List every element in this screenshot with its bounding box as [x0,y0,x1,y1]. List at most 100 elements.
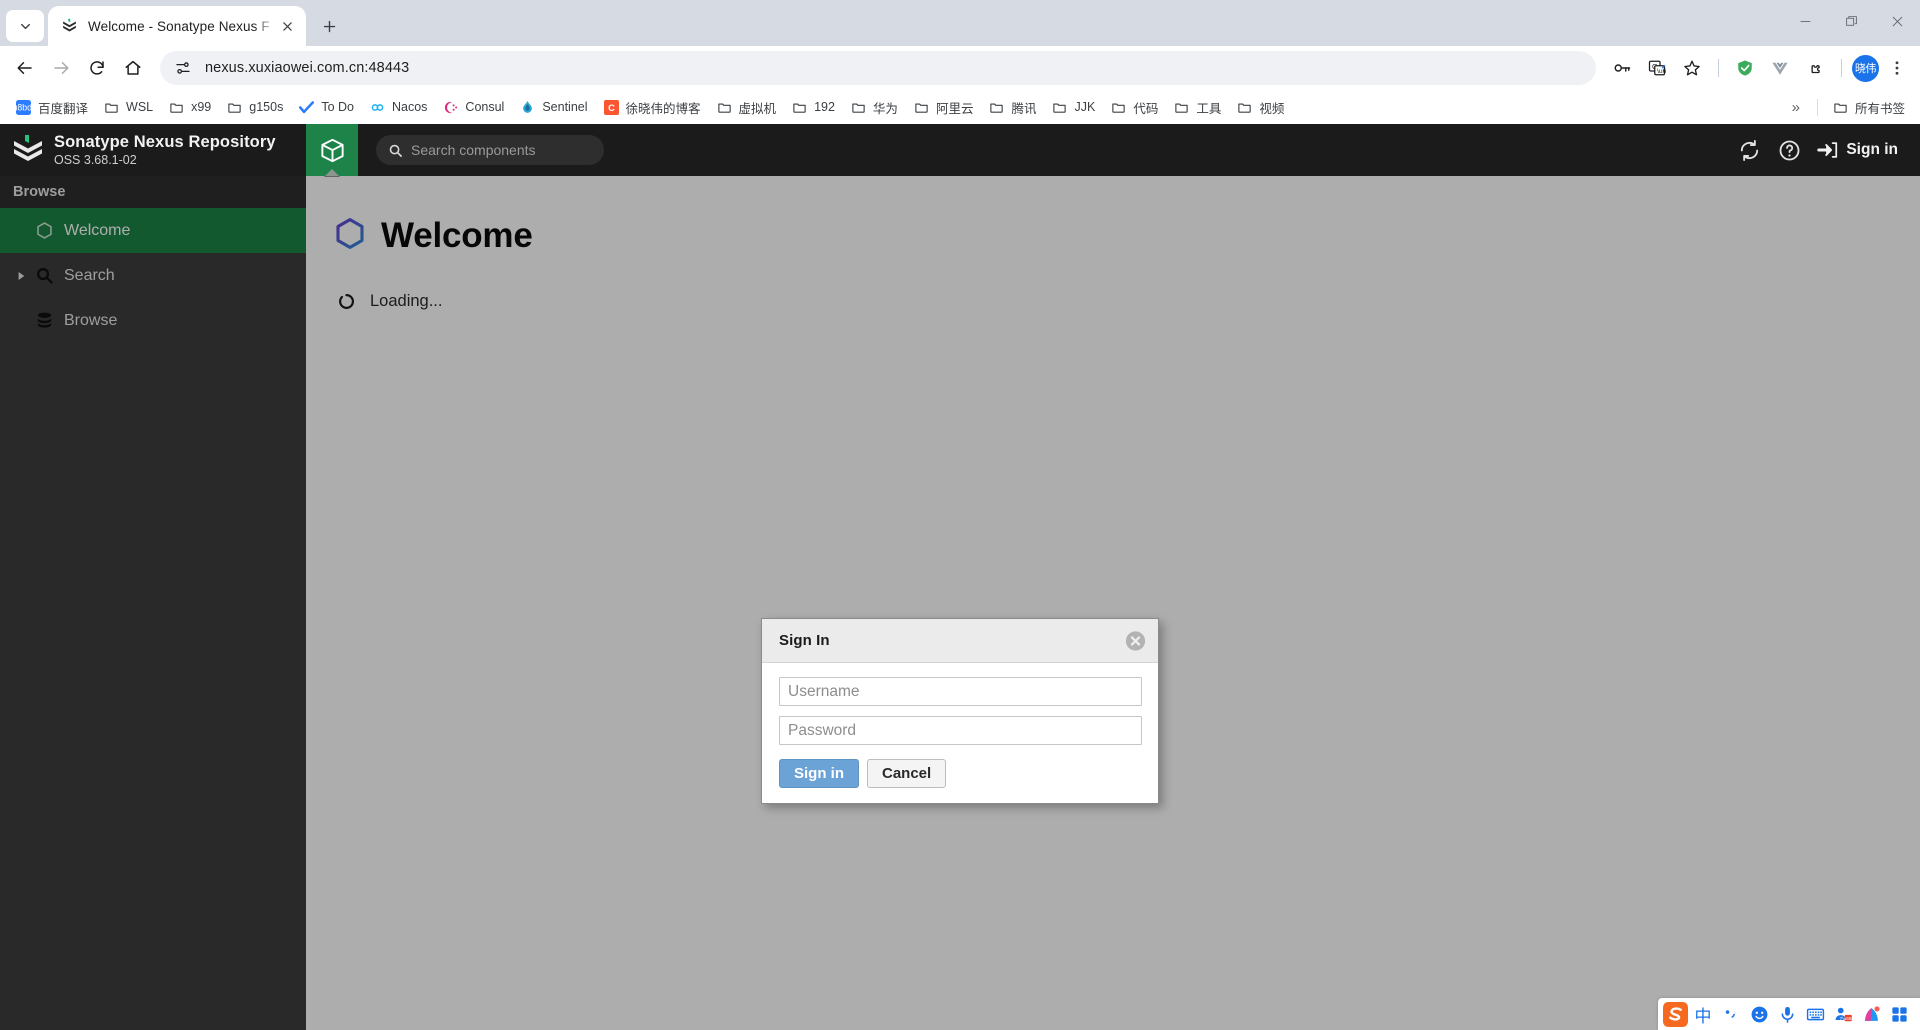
toolbar-divider [1718,59,1719,77]
bookmark-item[interactable]: Consul [435,95,511,120]
folder-icon [791,99,808,116]
browser-tab[interactable]: Welcome - Sonatype Nexus F [48,6,306,46]
cancel-button[interactable]: Cancel [867,759,946,788]
emoji-icon[interactable] [1746,1001,1772,1027]
sign-in-header-button[interactable]: Sign in [1811,139,1902,161]
svg-text:C: C [608,103,615,113]
tab-title: Welcome - Sonatype Nexus F [88,19,276,34]
bookmark-label: 192 [814,100,835,114]
sign-in-header-label: Sign in [1846,141,1898,159]
component-search[interactable] [376,135,604,165]
password-field[interactable] [779,716,1142,745]
bookmark-item[interactable]: Nacos [362,95,434,120]
back-button[interactable] [8,51,42,85]
folder-icon [988,99,1005,116]
nexus-header: Sonatype Nexus Repository OSS 3.68.1-02 [0,124,1920,176]
bookmark-label: 徐晓伟的博客 [626,98,701,117]
bookmark-item[interactable]: Sentinel [512,95,594,120]
bookmarks-overflow: » 所有书签 [1782,94,1912,121]
close-window-button[interactable] [1874,0,1920,42]
bookmark-label: g150s [249,100,283,114]
svg-text:7\u65e5: 7\u65e5 [1839,1016,1852,1022]
home-button[interactable] [116,51,150,85]
sogou-logo-icon[interactable] [1662,1001,1688,1027]
bookmark-label: 虚拟机 [739,98,777,117]
adblock-shield-icon[interactable] [1729,52,1761,84]
bookmark-item[interactable]: To Do [291,95,361,120]
skin-icon[interactable] [1858,1001,1884,1027]
bookmark-label: 阿里云 [936,98,974,117]
bookmark-item[interactable]: C 徐晓伟的博客 [596,94,708,121]
bookmark-item[interactable]: WSL [96,95,160,120]
folder-icon [1236,99,1253,116]
omnibox[interactable]: nexus.xuxiaowei.com.cn:48443 [160,51,1596,85]
nexus-brand-text: Sonatype Nexus Repository OSS 3.68.1-02 [54,133,276,168]
ime-toolbar: 中 7\u65e5 [1658,998,1920,1030]
new-tab-button[interactable] [312,9,346,43]
chrome-menu-icon[interactable] [1882,52,1912,84]
close-icon[interactable] [276,15,298,37]
search-input[interactable] [411,142,592,158]
modal-body [762,663,1158,745]
browser-toolbar: nexus.xuxiaowei.com.cn:48443 G \u6587 [0,46,1920,90]
nexus-body: Browse Welcome Search [0,176,1920,1030]
folder-icon [103,99,120,116]
bookmark-label: 百度翻译 [38,98,88,117]
maximize-button[interactable] [1828,0,1874,42]
vue-devtools-icon[interactable] [1764,52,1796,84]
bookmark-item[interactable]: 华为 [843,94,905,121]
bookmarks-divider [1817,99,1818,116]
help-icon[interactable] [1771,132,1807,168]
bookmark-label: WSL [126,100,153,114]
all-bookmarks-button[interactable]: 所有书签 [1825,94,1912,121]
folder-icon [913,99,930,116]
chinese-mode-icon[interactable]: 中 [1690,1001,1716,1027]
punctuation-icon[interactable] [1718,1001,1744,1027]
modal-overlay[interactable] [0,176,1920,1030]
bookmark-item[interactable]: 阿里云 [906,94,981,121]
tab-search-button[interactable] [6,10,44,42]
nexus-favicon [61,18,78,35]
consul-icon [442,99,459,116]
sentinel-icon [519,99,536,116]
bookmark-item[interactable]: 192 [784,95,842,120]
extensions-puzzle-icon[interactable] [1799,52,1831,84]
folder-icon [226,99,243,116]
site-info-icon[interactable] [170,55,196,81]
nexus-cube-button[interactable] [306,124,358,176]
bookmark-item[interactable]: x99 [161,95,218,120]
page-viewport: Sonatype Nexus Repository OSS 3.68.1-02 [0,124,1920,1030]
soft-keyboard-icon[interactable] [1802,1001,1828,1027]
password-manager-icon[interactable] [1606,52,1638,84]
bookmark-item[interactable]: 腾讯 [981,94,1043,121]
bookmark-item[interactable]: 视频 [1229,94,1291,121]
folder-icon [1832,99,1849,116]
sign-in-button[interactable]: Sign in [779,759,859,788]
window-controls [1782,0,1920,42]
minimize-button[interactable] [1782,0,1828,42]
refresh-icon[interactable] [1731,132,1767,168]
svg-text:\u8bd1: \u8bd1 [16,102,31,112]
bookmark-label: 视频 [1259,98,1284,117]
forward-button[interactable] [44,51,78,85]
toolbox-icon[interactable] [1886,1001,1912,1027]
reload-button[interactable] [80,51,114,85]
bookmark-item[interactable]: JJK [1044,95,1102,120]
bookmark-item[interactable]: \u8bd1 百度翻译 [8,94,95,121]
nacos-icon [369,99,386,116]
username-field[interactable] [779,677,1142,706]
bookmark-item[interactable]: 虚拟机 [709,94,784,121]
bookmarks-overflow-button[interactable]: » [1782,95,1810,120]
bookmark-item[interactable]: 工具 [1166,94,1228,121]
user-center-icon[interactable]: 7\u65e5 [1830,1001,1856,1027]
sign-in-modal: Sign In Sign in Cancel [761,618,1159,804]
bookmark-label: x99 [191,100,211,114]
close-icon[interactable] [1125,630,1146,651]
translate-icon[interactable]: G \u6587 [1641,52,1673,84]
bookmark-item[interactable]: 代码 [1103,94,1165,121]
profile-avatar[interactable]: 晓伟 [1852,55,1879,82]
bookmark-item[interactable]: g150s [219,95,290,120]
nexus-brand[interactable]: Sonatype Nexus Repository OSS 3.68.1-02 [0,124,306,176]
bookmark-star-icon[interactable] [1676,52,1708,84]
voice-input-icon[interactable] [1774,1001,1800,1027]
